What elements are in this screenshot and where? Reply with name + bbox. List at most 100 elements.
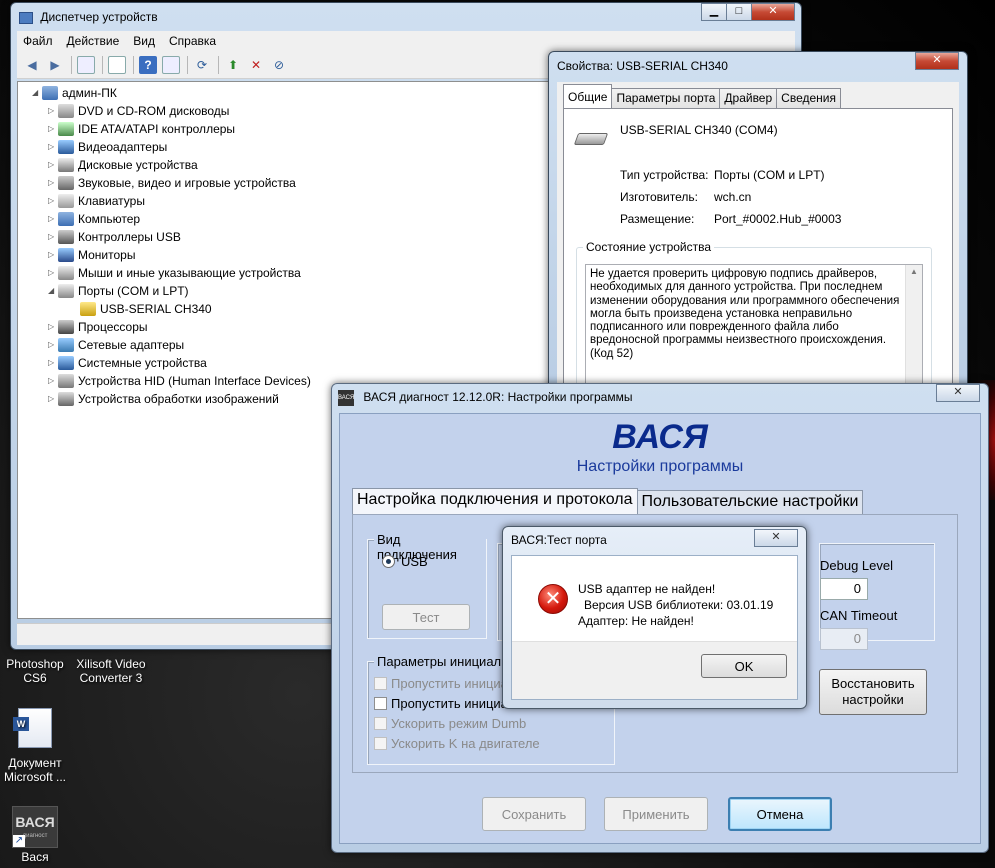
display-adapter-icon xyxy=(58,140,74,154)
expand-arrow-icon[interactable]: ▷ xyxy=(48,372,58,390)
save-button[interactable]: Сохранить xyxy=(482,797,586,831)
expand-arrow-icon[interactable]: ▷ xyxy=(48,102,58,120)
tree-category-item[interactable]: ▷ IDE ATA/ATAPI контроллеры xyxy=(48,120,235,138)
tab-port-settings[interactable]: Параметры порта xyxy=(611,88,721,108)
restore-settings-button[interactable]: Восстановить настройки xyxy=(819,669,927,715)
menu-help[interactable]: Справка xyxy=(169,31,216,51)
ok-button[interactable]: OK xyxy=(701,654,787,678)
tab-details[interactable]: Сведения xyxy=(776,88,841,108)
monitor-icon xyxy=(58,248,74,262)
port-test-body: ✕ USB адаптер не найден! Версия USB библ… xyxy=(511,555,798,700)
expand-arrow-icon[interactable]: ▷ xyxy=(48,138,58,156)
device-name: USB-SERIAL CH340 (COM4) xyxy=(620,123,778,137)
tree-category-item[interactable]: ▷ DVD и CD-ROM дисководы xyxy=(48,102,229,120)
desktop-icon-photoshop[interactable]: Photoshop CS6 xyxy=(4,657,66,685)
tree-root[interactable]: ◢ админ-ПК xyxy=(32,84,117,102)
tree-category-item[interactable]: ▷ Мониторы xyxy=(48,246,135,264)
properties-icon[interactable] xyxy=(108,55,126,74)
desktop-icon-xilisoft[interactable]: Xilisoft Video Converter 3 xyxy=(72,657,150,685)
scroll-up-icon[interactable]: ▲ xyxy=(906,265,922,278)
collapse-arrow-icon[interactable]: ◢ xyxy=(48,282,58,300)
tree-category-item[interactable]: ▷ Контроллеры USB xyxy=(48,228,181,246)
disable-device-icon[interactable]: ⊘ xyxy=(270,56,288,74)
cancel-button[interactable]: Отмена xyxy=(728,797,832,831)
vasya-titlebar[interactable]: ВАСЯ ВАСЯ диагност 12.12.0R: Настройки п… xyxy=(332,384,988,410)
restore-button-label: Восстановить xyxy=(831,676,915,691)
tab-driver[interactable]: Драйвер xyxy=(719,88,778,108)
port-test-footer: OK xyxy=(512,641,797,699)
ide-icon xyxy=(58,122,74,136)
tree-item-label: Звуковые, видео и игровые устройства xyxy=(78,176,296,190)
device-manager-titlebar[interactable]: Диспетчер устройств ▁ □ ✕ xyxy=(11,3,801,31)
tree-item-label: Видеоадаптеры xyxy=(78,140,168,154)
tree-category-item[interactable]: ▷ Компьютер xyxy=(48,210,140,228)
tab-user-settings[interactable]: Пользовательские настройки xyxy=(636,490,864,514)
maximize-button[interactable]: □ xyxy=(726,3,752,21)
tree-category-item[interactable]: ▷ Дисковые устройства xyxy=(48,156,198,174)
expand-arrow-icon[interactable]: ▷ xyxy=(48,354,58,372)
tree-category-item[interactable]: ▷ Сетевые адаптеры xyxy=(48,336,184,354)
tree-category-item[interactable]: ▷ Мыши и иные указывающие устройства xyxy=(48,264,301,282)
expand-arrow-icon[interactable]: ▷ xyxy=(48,192,58,210)
device-type-value: Порты (COM и LPT) xyxy=(714,168,825,182)
menu-action[interactable]: Действие xyxy=(67,31,120,51)
tree-category-item[interactable]: ▷ Процессоры xyxy=(48,318,148,336)
usb-radio[interactable]: USB xyxy=(382,554,428,569)
expand-arrow-icon[interactable]: ▷ xyxy=(48,336,58,354)
properties-titlebar[interactable]: Свойства: USB-SERIAL CH340 ✕ xyxy=(549,52,967,80)
skip-init-checkbox-2[interactable]: Пропустить инициал xyxy=(374,696,515,711)
checkbox-label: Ускорить K на двигателе xyxy=(391,736,540,751)
help-icon[interactable]: ? xyxy=(139,55,157,74)
test-button[interactable]: Тест xyxy=(382,604,470,630)
expand-arrow-icon[interactable]: ▷ xyxy=(48,390,58,408)
tree-child-item[interactable]: USB-SERIAL CH340 xyxy=(70,300,212,318)
desktop-icon-vasya[interactable]: ВАСЯ диагност ↗ Вася xyxy=(6,806,64,864)
menu-view[interactable]: Вид xyxy=(133,31,155,51)
port-test-titlebar[interactable]: ВАСЯ:Тест порта ✕ xyxy=(503,527,806,553)
expand-arrow-icon[interactable]: ▷ xyxy=(48,318,58,336)
tab-connection[interactable]: Настройка подключения и протокола xyxy=(352,488,638,514)
expand-arrow-icon[interactable]: ▷ xyxy=(48,156,58,174)
expand-arrow-icon[interactable]: ▷ xyxy=(48,210,58,228)
show-hide-tree-icon[interactable] xyxy=(77,55,95,74)
skip-init-checkbox-1[interactable]: Пропустить инициал xyxy=(374,676,515,691)
expand-arrow-icon[interactable]: ▷ xyxy=(48,246,58,264)
apply-button[interactable]: Применить xyxy=(604,797,708,831)
expand-arrow-icon[interactable]: ▷ xyxy=(48,264,58,282)
error-icon: ✕ xyxy=(538,584,568,614)
collapse-arrow-icon[interactable]: ◢ xyxy=(32,84,42,102)
tree-category-item[interactable]: ▷ Системные устройства xyxy=(48,354,207,372)
close-button[interactable]: ✕ xyxy=(915,52,959,70)
action-pane-icon[interactable] xyxy=(162,55,180,74)
expand-arrow-icon[interactable]: ▷ xyxy=(48,120,58,138)
tree-item-label: Клавиатуры xyxy=(78,194,145,208)
back-icon[interactable]: ◀ xyxy=(23,56,41,74)
debug-level-input[interactable]: 0 xyxy=(820,578,868,600)
minimize-button[interactable]: ▁ xyxy=(701,3,727,21)
scan-hardware-icon[interactable]: ⟳ xyxy=(193,56,211,74)
speed-k-checkbox[interactable]: Ускорить K на двигателе xyxy=(374,736,540,751)
speed-dumb-checkbox[interactable]: Ускорить режим Dumb xyxy=(374,716,526,731)
tree-category-item[interactable]: ◢ Порты (COM и LPT) xyxy=(48,282,189,300)
tree-category-item[interactable]: ▷ Клавиатуры xyxy=(48,192,145,210)
close-button[interactable]: ✕ xyxy=(936,384,980,402)
expand-arrow-icon[interactable]: ▷ xyxy=(48,228,58,246)
uninstall-icon[interactable]: ✕ xyxy=(247,56,265,74)
message-line-3: Адаптер: Не найден! xyxy=(578,614,694,628)
forward-icon[interactable]: ▶ xyxy=(46,56,64,74)
tree-category-item[interactable]: ▷ Устройства HID (Human Interface Devices… xyxy=(48,372,311,390)
desktop-icon-document[interactable]: W Документ Microsoft ... xyxy=(2,708,68,784)
tab-general[interactable]: Общие xyxy=(563,84,613,108)
window-title: ВАСЯ диагност 12.12.0R: Настройки програ… xyxy=(363,390,633,404)
close-button[interactable]: ✕ xyxy=(751,3,795,21)
desktop-icon-label: Xilisoft Video xyxy=(76,657,146,671)
tree-category-item[interactable]: ▷ Видеоадаптеры xyxy=(48,138,167,156)
tree-category-item[interactable]: ▷ Устройства обработки изображений xyxy=(48,390,279,408)
close-button[interactable]: ✕ xyxy=(754,529,798,547)
expand-arrow-icon[interactable]: ▷ xyxy=(48,174,58,192)
tree-category-item[interactable]: ▷ Звуковые, видео и игровые устройства xyxy=(48,174,296,192)
update-driver-icon[interactable]: ⬆ xyxy=(224,56,242,74)
menu-file[interactable]: Файл xyxy=(23,31,53,51)
can-timeout-input[interactable]: 0 xyxy=(820,628,868,650)
disk-icon xyxy=(58,158,74,172)
